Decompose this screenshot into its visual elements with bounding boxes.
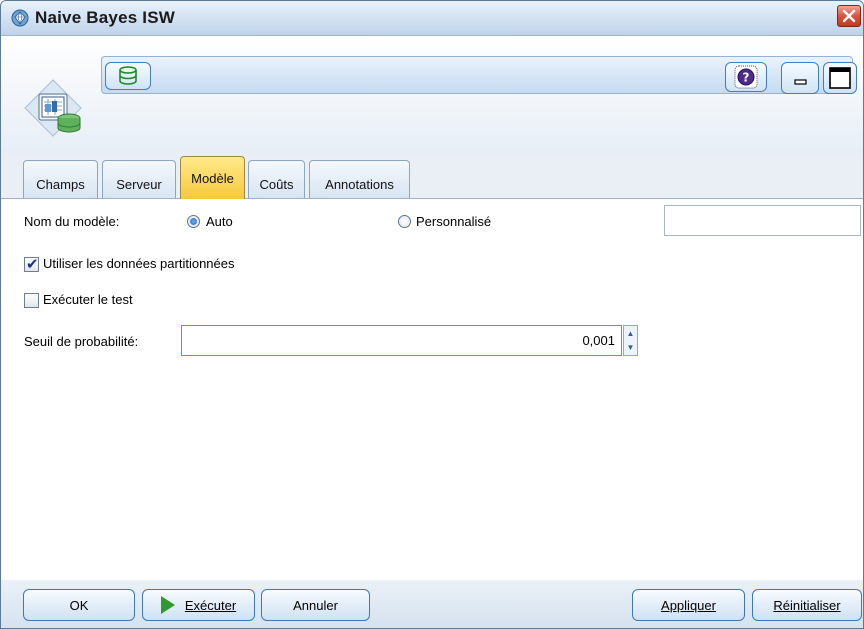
title-bar[interactable]: Naive Bayes ISW [1, 1, 863, 36]
custom-name-field[interactable] [664, 205, 861, 236]
model-name-label: Nom du modèle: [24, 214, 120, 229]
maximize-icon [829, 67, 851, 89]
tab-bar: Champs Serveur Modèle Coûts Annotations [1, 154, 863, 199]
minimize-button[interactable] [781, 62, 819, 94]
model-tab-panel: Nom du modèle: Auto Personnalisé ✔ Utili… [1, 199, 863, 579]
threshold-spinner[interactable]: ▲ ▼ [623, 325, 638, 356]
close-icon [842, 9, 856, 23]
node-diamond-icon [11, 9, 29, 27]
radio-auto[interactable] [187, 215, 200, 228]
tab-modele[interactable]: Modèle [180, 156, 245, 199]
radio-custom-label[interactable]: Personnalisé [416, 214, 491, 229]
model-nugget-icon [24, 79, 82, 137]
node-header: ? [1, 36, 863, 154]
tab-couts[interactable]: Coûts [248, 160, 305, 198]
run-test-label[interactable]: Exécuter le test [43, 292, 133, 307]
use-partitioned-label[interactable]: Utiliser les données partitionnées [43, 256, 235, 271]
help-icon: ? [734, 65, 758, 89]
naive-bayes-dialog: Naive Bayes ISW ? Champs Serveur Modèle … [0, 0, 864, 629]
help-button[interactable]: ? [725, 62, 767, 92]
radio-custom[interactable] [398, 215, 411, 228]
run-button[interactable]: Exécuter [142, 589, 255, 621]
spin-down-icon[interactable]: ▼ [624, 340, 637, 354]
tab-champs[interactable]: Champs [23, 160, 98, 198]
threshold-label: Seuil de probabilité: [24, 334, 139, 349]
window-title: Naive Bayes ISW [35, 8, 176, 27]
reset-button[interactable]: Réinitialiser [752, 589, 862, 621]
run-test-checkbox[interactable] [24, 293, 39, 308]
database-icon [119, 66, 137, 85]
ok-button[interactable]: OK [23, 589, 135, 621]
button-bar: OK Exécuter Annuler Appliquer Réinitiali… [1, 580, 863, 628]
close-button[interactable] [837, 5, 861, 27]
radio-auto-label[interactable]: Auto [206, 214, 233, 229]
apply-button[interactable]: Appliquer [632, 589, 745, 621]
svg-text:?: ? [743, 71, 750, 85]
minimize-icon [794, 79, 807, 85]
tab-serveur[interactable]: Serveur [102, 160, 176, 198]
preview-button[interactable] [105, 62, 151, 90]
spin-up-icon[interactable]: ▲ [624, 326, 637, 340]
cancel-button[interactable]: Annuler [261, 589, 370, 621]
use-partitioned-checkbox[interactable]: ✔ [24, 256, 39, 273]
play-icon [160, 596, 175, 614]
threshold-input[interactable]: 0,001 [181, 325, 622, 356]
tab-annotations[interactable]: Annotations [309, 160, 410, 198]
checkmark-icon: ✔ [26, 256, 39, 273]
maximize-button[interactable] [823, 62, 857, 94]
